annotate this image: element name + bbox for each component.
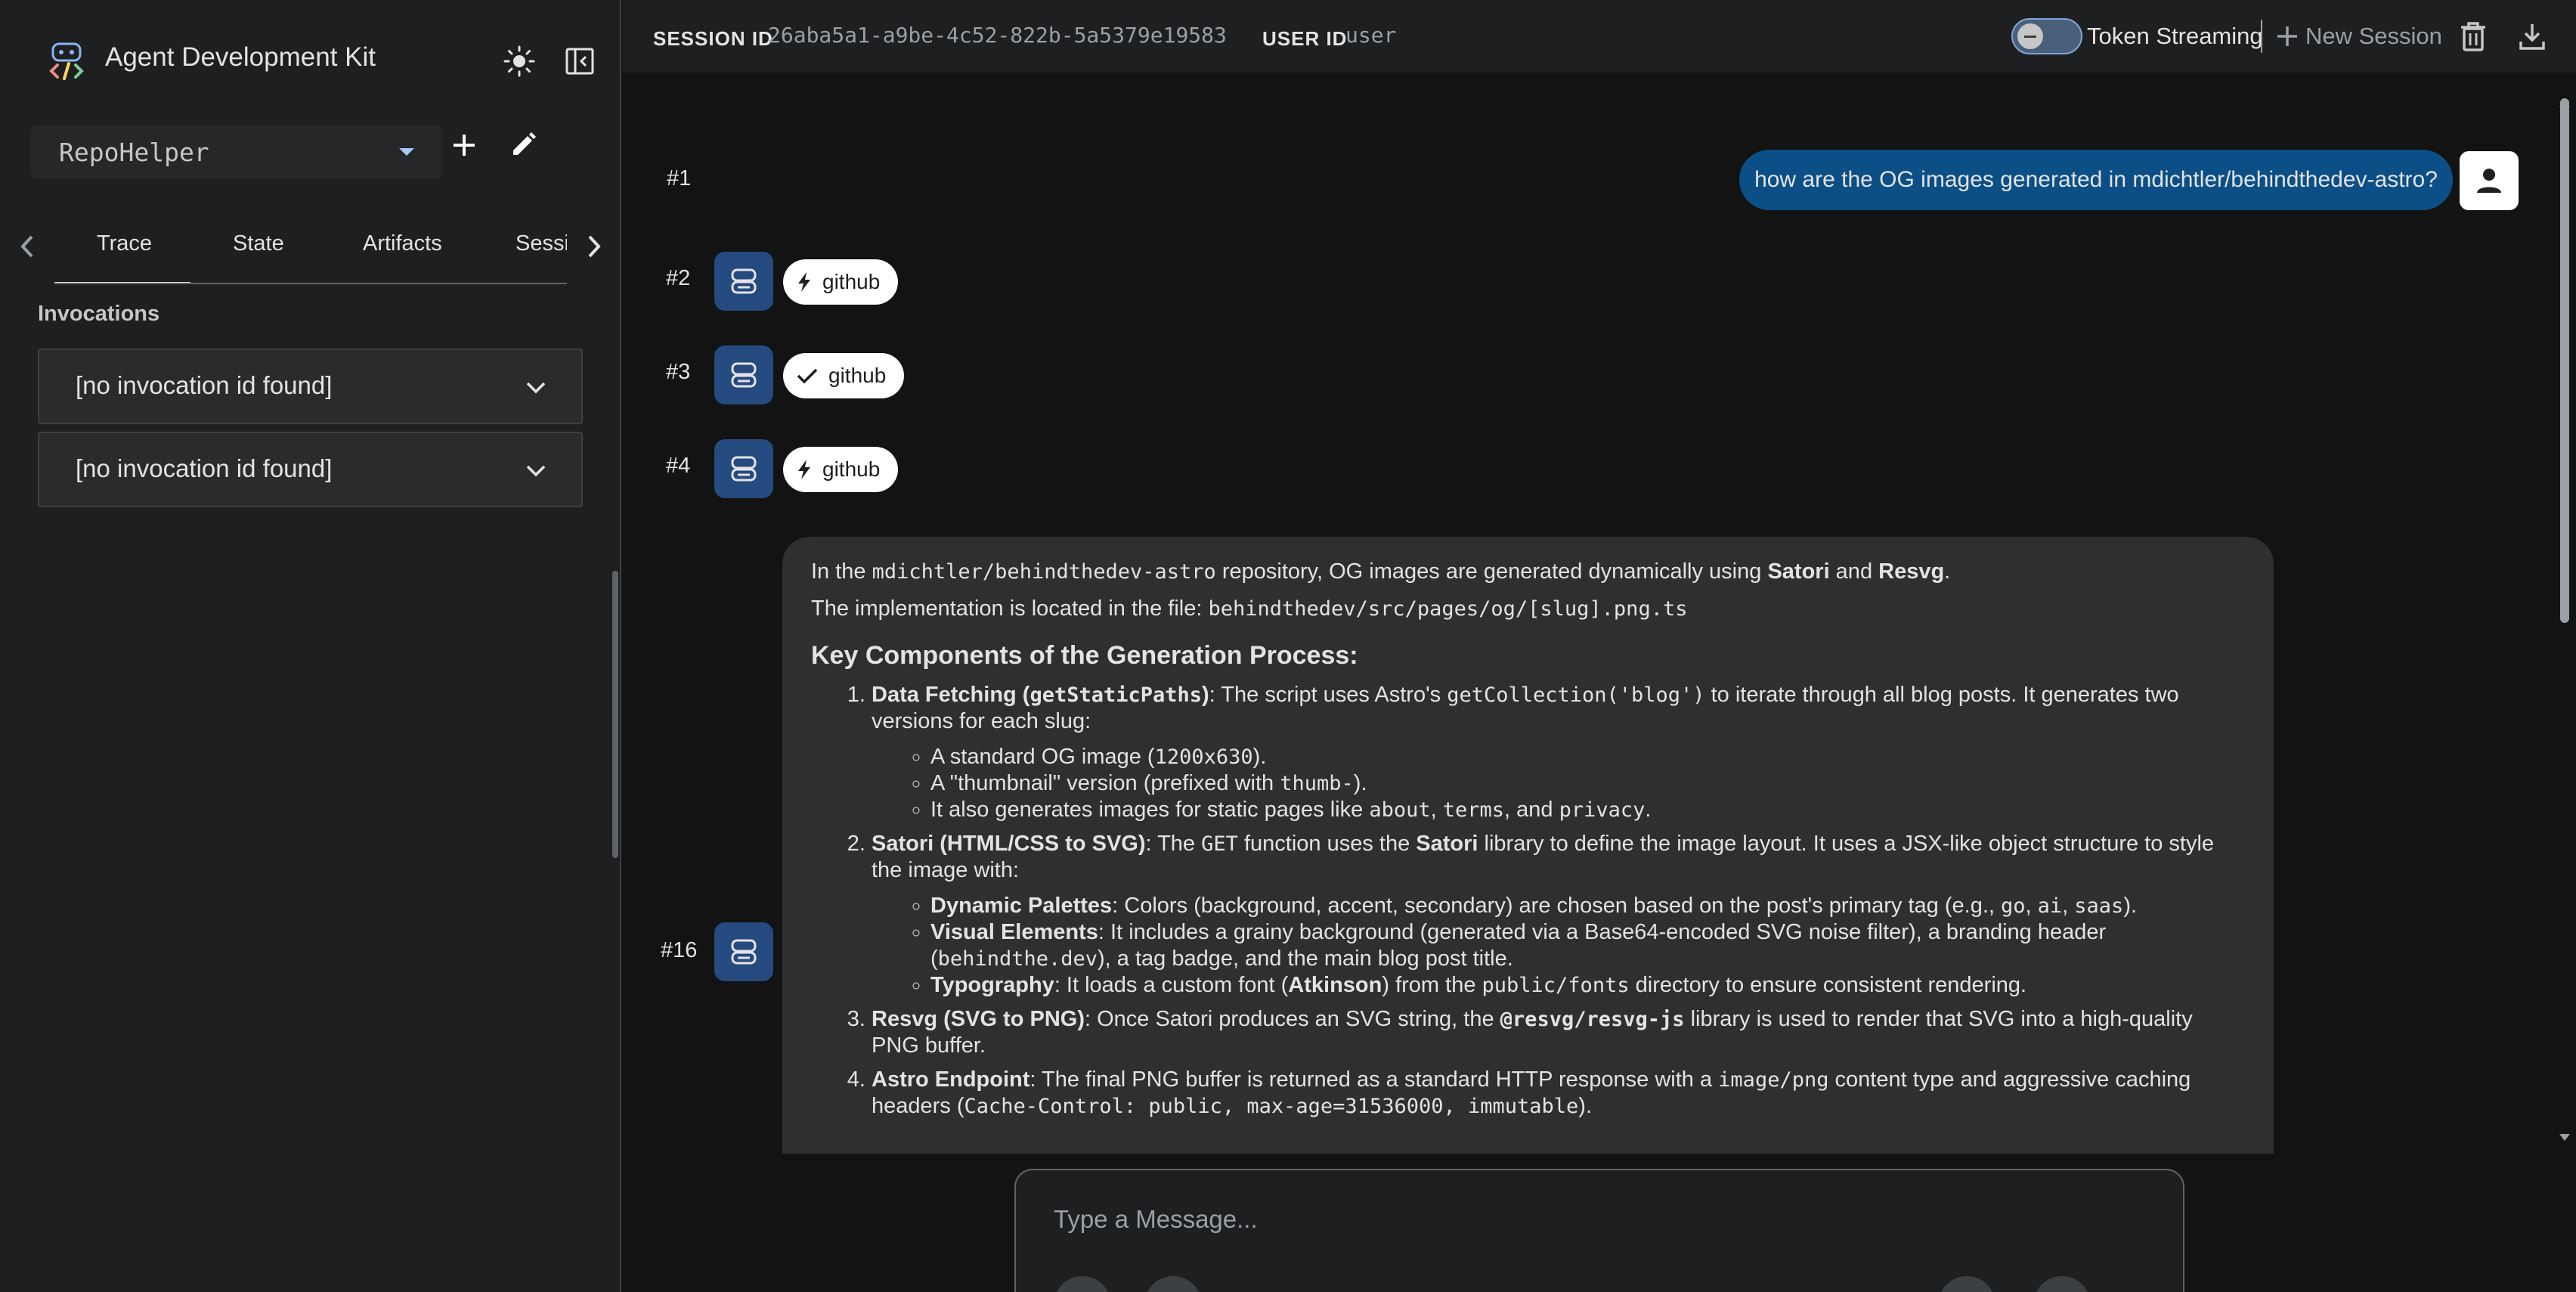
invocations-heading: Invocations <box>38 302 160 326</box>
tool-call-chip[interactable]: github <box>783 259 899 305</box>
session-id-value: 26aba5a1-a9be-4c52-822b-5a5379e19583 <box>768 23 1227 48</box>
scroll-down-arrow-icon[interactable] <box>2559 1134 2570 1141</box>
response-paragraph: In the mdichtler/behindthedev-astro repo… <box>811 559 1951 584</box>
tool-icon[interactable] <box>1144 1276 1202 1292</box>
user-message-bubble: how are the OG images generated in mdich… <box>1739 150 2453 210</box>
caret-down-icon <box>399 148 414 156</box>
toggle-knob <box>2017 23 2043 49</box>
message-composer <box>1014 1169 2184 1292</box>
list-item: A standard OG image (1200x630). <box>930 744 2245 770</box>
token-streaming-label: Token Streaming <box>2087 23 2263 49</box>
list-item: Astro Endpoint: The final PNG buffer is … <box>872 1067 2245 1120</box>
list-item: Dynamic Palettes: Colors (background, ac… <box>930 893 2245 919</box>
list-item: Visual Elements: It includes a grainy ba… <box>930 919 2245 972</box>
sidebar-collapse-icon[interactable] <box>559 41 600 82</box>
turn-number: #4 <box>666 454 691 478</box>
list-item: Satori (HTML/CSS to SVG): The GET functi… <box>872 831 2245 999</box>
bot-avatar-icon <box>714 252 773 311</box>
turn-number: #16 <box>661 938 698 962</box>
chat-scrollbar[interactable] <box>2560 98 2569 623</box>
tabs-next-chevron-icon[interactable] <box>579 230 609 263</box>
tool-response-chip[interactable]: github <box>783 353 905 398</box>
list-item: Typography: It loads a custom font (Atki… <box>930 972 2245 999</box>
tool-chip-label: github <box>828 364 887 387</box>
invocation-label: [no invocation id found] <box>76 371 333 399</box>
download-icon[interactable] <box>2513 17 2552 56</box>
bot-avatar-icon <box>714 439 773 498</box>
list-item: Resvg (SVG to PNG): Once Satori produces… <box>872 1006 2245 1059</box>
sidebar-tabs: Trace State Artifacts Sessi <box>54 219 567 284</box>
response-heading: Key Components of the Generation Process… <box>811 641 1358 670</box>
check-icon <box>797 368 818 384</box>
tab-sessions[interactable]: Sessi <box>516 231 567 256</box>
adk-logo-icon <box>47 41 86 80</box>
bolt-icon <box>798 460 810 479</box>
tool-chip-label: github <box>822 270 881 293</box>
sidebar: Agent Development Kit RepoHelper Trace S… <box>0 0 621 1292</box>
new-session-button[interactable]: New Session <box>2275 20 2442 53</box>
user-id-value: user <box>1345 23 1397 48</box>
turn-number: #3 <box>666 360 691 384</box>
app-title: Agent Development Kit <box>105 42 376 72</box>
bot-avatar-icon <box>714 922 773 981</box>
tab-trace[interactable]: Trace <box>97 231 152 256</box>
user-id-label: USER ID <box>1262 27 1348 50</box>
video-icon[interactable] <box>2033 1276 2091 1292</box>
chevron-down-icon <box>521 373 551 403</box>
chevron-down-icon <box>521 456 551 486</box>
response-list: Data Fetching (getStaticPaths): The scri… <box>872 682 2245 1120</box>
session-id-label: SESSION ID <box>653 27 773 50</box>
tool-call-chip[interactable]: github <box>783 447 899 492</box>
bolt-icon <box>798 272 810 292</box>
tabs-prev-chevron-icon[interactable] <box>12 230 42 263</box>
list-item: A "thumbnail" version (prefixed with thu… <box>930 770 2245 797</box>
top-bar: SESSION ID 26aba5a1-a9be-4c52-822b-5a537… <box>623 0 2576 73</box>
attach-icon[interactable] <box>1054 1276 1111 1292</box>
agent-select-value: RepoHelper <box>59 138 209 167</box>
tool-chip-label: github <box>822 457 881 481</box>
microphone-icon[interactable] <box>1938 1276 1995 1292</box>
delete-icon[interactable] <box>2454 17 2493 56</box>
chat-area: #1 how are the OG images generated in md… <box>623 73 2576 1154</box>
list-item: Data Fetching (getStaticPaths): The scri… <box>872 682 2245 823</box>
tab-active-indicator <box>54 282 190 283</box>
agent-select[interactable]: RepoHelper <box>30 125 443 178</box>
tab-state[interactable]: State <box>233 231 284 256</box>
new-session-label: New Session <box>2305 23 2442 49</box>
invocation-panel[interactable]: [no invocation id found] <box>38 349 583 424</box>
user-avatar-icon <box>2460 151 2519 210</box>
edit-pencil-icon[interactable] <box>502 124 544 166</box>
message-input[interactable] <box>1054 1201 1961 1238</box>
turn-number: #2 <box>666 266 691 290</box>
divider <box>2261 20 2262 53</box>
sidebar-resize-handle[interactable] <box>612 571 618 858</box>
invocation-label: [no invocation id found] <box>76 454 333 482</box>
bot-response-bubble: In the mdichtler/behindthedev-astro repo… <box>782 537 2274 1154</box>
token-streaming-toggle[interactable] <box>2011 18 2082 54</box>
response-paragraph: The implementation is located in the fil… <box>811 596 1688 621</box>
invocation-panel[interactable]: [no invocation id found] <box>38 432 583 507</box>
add-icon[interactable] <box>443 124 485 166</box>
sun-icon[interactable] <box>499 41 540 82</box>
turn-number: #1 <box>667 166 692 191</box>
tab-artifacts[interactable]: Artifacts <box>363 231 442 256</box>
list-item: It also generates images for static page… <box>930 797 2245 823</box>
bot-avatar-icon <box>714 345 773 404</box>
plus-icon <box>2277 26 2297 46</box>
